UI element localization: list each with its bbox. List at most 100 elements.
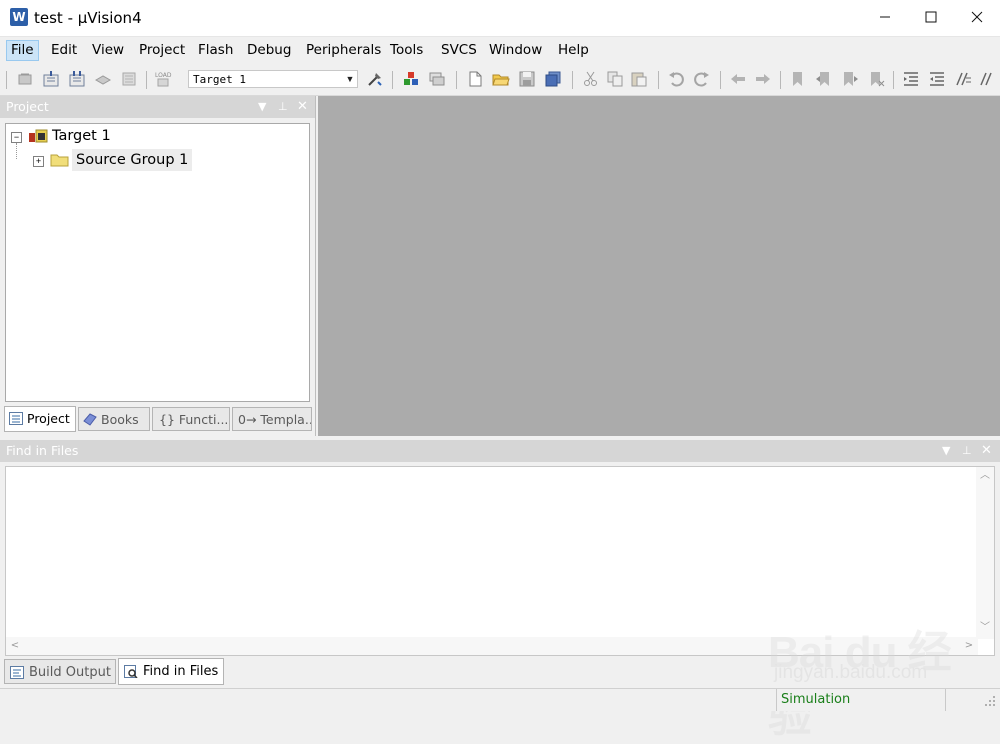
build-output-icon [10,666,24,679]
close-icon[interactable]: ✕ [981,440,992,462]
new-file-icon[interactable] [466,70,484,88]
toolbar-separator [392,71,393,89]
svg-text:LOAD: LOAD [155,72,172,79]
toolbar: LOAD Target 1 ▼ [0,65,1000,96]
project-panel-tabs: Project Books {} Functi... 0→ Templa... [4,406,312,433]
tree-connector [16,143,18,159]
save-icon[interactable] [518,70,536,88]
pin-icon[interactable]: ⊥ [278,96,288,118]
previous-bookmark-icon[interactable] [815,70,833,88]
paste-icon[interactable] [630,70,648,88]
tab-functions-label: {} Functi... [159,412,229,427]
find-panel-header: Find in Files ▼ ⊥ ✕ [0,440,1000,462]
menu-peripherals[interactable]: Peripherals [302,41,385,60]
project-tree[interactable]: − Target 1 + Source Group 1 [5,123,310,402]
expand-source-group-toggle[interactable]: + [33,156,44,167]
menu-edit[interactable]: Edit [47,41,81,60]
tree-item-target[interactable]: Target 1 [52,125,111,147]
toolbar-separator [893,71,894,89]
toolbar-separator [572,71,573,89]
find-panel-title: Find in Files [6,443,79,458]
toolbar-separator [146,71,147,89]
toolbar-separator [658,71,659,89]
menu-project[interactable]: Project [135,41,189,60]
batch-build-icon[interactable] [94,70,112,88]
menu-view[interactable]: View [88,41,128,60]
tab-build-output[interactable]: Build Output [4,659,116,684]
menu-svcs[interactable]: SVCS [437,41,481,60]
menu-bar: File Edit View Project Flash Debug Perip… [0,37,1000,64]
close-icon [971,11,983,23]
menu-file[interactable]: File [6,40,39,61]
window-title: test - µVision4 [34,9,142,27]
uvision-app-icon[interactable]: W [10,8,28,26]
indent-icon[interactable] [902,70,920,88]
tab-project-label: Project [27,411,70,426]
tree-item-source-group[interactable]: Source Group 1 [72,149,193,171]
cut-icon[interactable] [582,70,600,88]
scroll-left-icon[interactable]: < [6,637,24,655]
tab-find-in-files-label: Find in Files [143,664,219,679]
next-bookmark-icon[interactable] [841,70,859,88]
undo-icon[interactable] [667,70,685,88]
chevron-down-icon[interactable]: ▼ [344,72,356,86]
tab-functions[interactable]: {} Functi... [152,407,230,431]
open-folder-icon[interactable] [492,70,510,88]
baidu-watermark: Bai du 经验 jingyan.baidu.com [768,598,993,741]
toolbar-separator [720,71,721,89]
close-button[interactable] [954,0,1000,36]
minimize-button[interactable] [862,0,908,36]
manage-components-icon[interactable] [402,70,420,88]
collapse-target-toggle[interactable]: − [11,132,22,143]
clear-bookmarks-icon[interactable] [867,70,885,88]
build-icon[interactable] [42,70,60,88]
navigate-forward-icon[interactable] [754,70,772,88]
copy-icon[interactable] [606,70,624,88]
watermark-site: jingyan.baidu.com [774,662,928,683]
comment-selection-icon[interactable] [954,70,972,88]
target-icon [29,129,48,143]
select-packs-icon[interactable] [428,70,446,88]
minimize-icon [880,16,890,18]
menu-tools[interactable]: Tools [386,41,427,60]
output-tabs: Build Output Find in Files [4,658,404,686]
tab-books[interactable]: Books [78,407,150,431]
tab-build-output-label: Build Output [29,665,111,680]
find-in-files-icon [124,665,138,678]
save-all-icon[interactable] [544,70,562,88]
load-icon[interactable]: LOAD [154,70,172,88]
editor-area[interactable] [318,96,1000,436]
target-select[interactable]: Target 1 [188,70,358,88]
menu-help[interactable]: Help [554,41,593,60]
translate-icon[interactable] [16,70,34,88]
status-bar: Simulation [0,688,1000,711]
close-icon[interactable]: ✕ [297,96,308,118]
tab-find-in-files[interactable]: Find in Files [118,658,224,685]
unindent-icon[interactable] [928,70,946,88]
menu-window[interactable]: Window [485,41,546,60]
project-panel: Project ▼ ⊥ ✕ − Target 1 + Source Group … [0,96,316,436]
navigate-back-icon[interactable] [729,70,747,88]
tab-templates[interactable]: 0→ Templa... [232,407,312,431]
menu-flash[interactable]: Flash [194,41,237,60]
tab-project[interactable]: Project [4,406,76,432]
menu-debug[interactable]: Debug [243,41,295,60]
title-bar: W test - µVision4 [0,0,1000,37]
maximize-button[interactable] [908,0,954,36]
resize-grip-icon[interactable] [982,693,996,707]
panel-menu-icon[interactable]: ▼ [258,96,266,118]
scroll-up-icon[interactable]: ︿ [976,467,994,485]
project-panel-title: Project [6,99,49,114]
stop-build-icon[interactable] [120,70,138,88]
panel-menu-icon[interactable]: ▼ [942,440,950,462]
tab-templates-label: 0→ Templa... [238,412,312,427]
uncomment-selection-icon[interactable] [978,70,996,88]
redo-icon[interactable] [693,70,711,88]
rebuild-icon[interactable] [68,70,86,88]
project-tab-icon [9,412,23,425]
target-options-icon[interactable] [366,70,384,88]
toolbar-grip [6,71,7,89]
pin-icon[interactable]: ⊥ [962,440,972,462]
toolbar-separator [780,71,781,89]
insert-bookmark-icon[interactable] [789,70,807,88]
